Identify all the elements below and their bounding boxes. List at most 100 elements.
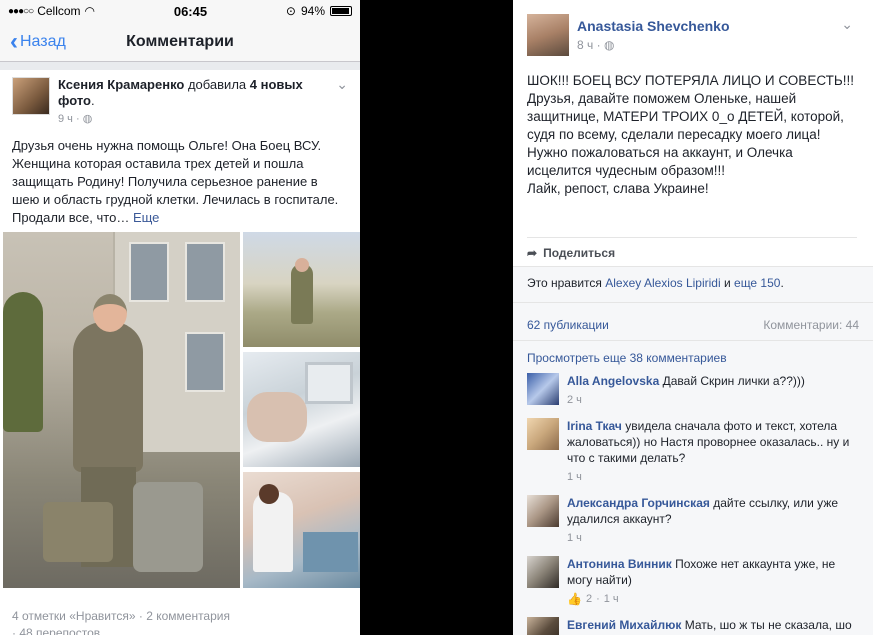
post-time: 9 ч · ◍ bbox=[58, 113, 93, 125]
comment-meta: 2 ч bbox=[567, 392, 857, 408]
author-name[interactable]: Anastasia Shevchenko bbox=[577, 18, 730, 34]
likes-mid: и bbox=[720, 276, 735, 290]
status-bar: ●●●○○ Cellcom ◠ 06:45 ⊙ 94% bbox=[0, 0, 360, 22]
nav-bar: ‹ Назад Комментарии bbox=[0, 22, 360, 62]
clock: 06:45 bbox=[173, 3, 208, 19]
commenter-name[interactable]: Alla Angelovska bbox=[567, 374, 659, 388]
photo-tree bbox=[3, 292, 43, 432]
photo-soldier bbox=[73, 322, 143, 472]
post-text-line: Нужно пожаловаться на аккаунт, и Олечка … bbox=[527, 145, 793, 178]
comment-time: 2 ч bbox=[567, 394, 582, 406]
comment: Irina Ткач увидела сначала фото и текст,… bbox=[513, 408, 873, 485]
back-label: Назад bbox=[20, 32, 66, 50]
comment-body: Евгений Михайлюк Мать, шо ж ты не сказал… bbox=[567, 617, 857, 635]
comment-body: Антонина Винник Похоже нет аккаунта уже,… bbox=[567, 556, 857, 607]
comment-meta: 1 ч bbox=[567, 469, 857, 485]
publications-link[interactable]: 62 публикации bbox=[527, 318, 609, 332]
likes-summary: Это нравится Alexey Alexios Lipiridi и е… bbox=[513, 267, 873, 303]
see-more-link[interactable]: Еще bbox=[129, 210, 159, 225]
time-label: 9 ч bbox=[58, 113, 73, 125]
photo-soldier-main[interactable] bbox=[3, 232, 240, 588]
comments-count[interactable]: Комментарии: 44 bbox=[763, 318, 859, 332]
post-text-line: ШОК!!! БОЕЦ ВСУ ПОТЕРЯЛА ЛИЦО И СОВЕСТЬ!… bbox=[527, 73, 854, 142]
action-text: добавила bbox=[184, 77, 250, 92]
chevron-down-icon[interactable]: ⌄ bbox=[336, 76, 348, 93]
comment-body: Irina Ткач увидела сначала фото и текст,… bbox=[567, 418, 857, 485]
comment: Антонина Винник Похоже нет аккаунта уже,… bbox=[513, 546, 873, 607]
photo-soldier-head bbox=[93, 294, 127, 332]
globe-icon: ◍ bbox=[603, 38, 615, 52]
commenter-name[interactable]: Антонина Винник bbox=[567, 557, 672, 571]
post-card: Ксения Крамаренко добавила 4 новых фото.… bbox=[0, 62, 360, 635]
battery-icon bbox=[330, 6, 352, 16]
post-text: Друзья очень нужна помощь Ольге! Она Бое… bbox=[0, 127, 360, 227]
comment-meta: 1 ч bbox=[567, 530, 857, 546]
shares-count[interactable]: · 48 перепостов bbox=[12, 626, 100, 635]
more-likers-link[interactable]: еще 150 bbox=[734, 276, 780, 290]
photo-pack bbox=[43, 502, 113, 562]
time-label: 8 ч bbox=[577, 38, 594, 52]
author-name[interactable]: Ксения Крамаренко bbox=[58, 77, 184, 92]
signal-icon: ●●●○○ bbox=[8, 5, 34, 17]
commenter-avatar[interactable] bbox=[527, 418, 559, 450]
photo-field[interactable] bbox=[243, 232, 360, 347]
comment-meta: 👍 2 · 1 ч bbox=[567, 591, 619, 607]
comments-count[interactable]: 2 комментария bbox=[146, 609, 230, 623]
back-button[interactable]: ‹ Назад bbox=[10, 27, 66, 55]
commenter-name[interactable]: Irina Ткач bbox=[567, 419, 622, 433]
post-text: ШОК!!! БОЕЦ ВСУ ПОТЕРЯЛА ЛИЦО И СОВЕСТЬ!… bbox=[513, 60, 873, 223]
share-icon: ➦ bbox=[527, 246, 538, 260]
comment: Евгений Михайлюк Мать, шо ж ты не сказал… bbox=[513, 607, 873, 635]
share-label: Поделиться bbox=[543, 246, 616, 260]
avatar[interactable] bbox=[12, 77, 50, 115]
commenter-avatar[interactable] bbox=[527, 617, 559, 635]
commenter-avatar[interactable] bbox=[527, 373, 559, 405]
comment-text: Давай Скрин лички а??))) bbox=[659, 374, 805, 388]
commenter-name[interactable]: Евгений Михайлюк bbox=[567, 618, 681, 632]
photo-hospital-bed[interactable] bbox=[243, 352, 360, 467]
share-button[interactable]: ➦ Поделиться bbox=[527, 237, 857, 260]
post-header: Ксения Крамаренко добавила 4 новых фото.… bbox=[0, 70, 360, 127]
comment: Александра Горчинская дайте ссылку, или … bbox=[513, 485, 873, 546]
battery-percent: 94% bbox=[300, 4, 325, 18]
wifi-icon: ◠ bbox=[84, 4, 96, 18]
liker-link[interactable]: Alexey Alexios Lipiridi bbox=[605, 276, 720, 290]
globe-icon: ◍ bbox=[82, 113, 93, 125]
comment-time: 1 ч bbox=[567, 471, 582, 483]
photo-grid bbox=[3, 232, 360, 592]
likes-end: . bbox=[780, 276, 784, 290]
comment-body: Александра Горчинская дайте ссылку, или … bbox=[567, 495, 857, 546]
stats-row: 62 публикации Комментарии: 44 bbox=[513, 309, 873, 341]
commenter-avatar[interactable] bbox=[527, 556, 559, 588]
action-end: . bbox=[90, 93, 95, 108]
photo-hospital-ward[interactable] bbox=[243, 472, 360, 588]
chevron-down-icon[interactable]: ⌄ bbox=[841, 16, 853, 33]
comment-time: 1 ч bbox=[603, 593, 619, 605]
commenter-avatar[interactable] bbox=[527, 495, 559, 527]
like-icon: 👍 bbox=[567, 592, 582, 606]
likes-count[interactable]: 4 отметки «Нравится» bbox=[12, 609, 136, 623]
comment-time: 1 ч bbox=[567, 532, 582, 544]
mobile-comments-screen: ●●●○○ Cellcom ◠ 06:45 ⊙ 94% ‹ Назад Комм… bbox=[0, 0, 360, 635]
engagement-section: Это нравится Alexey Alexios Lipiridi и е… bbox=[513, 266, 873, 635]
author-block: Anastasia Shevchenko 8 ч · ◍ bbox=[577, 18, 730, 60]
rotation-lock-icon: ⊙ bbox=[285, 4, 296, 18]
post-text-line: Лайк, репост, слава Украине! bbox=[527, 181, 709, 196]
avatar[interactable] bbox=[527, 14, 569, 56]
facebook-post: Anastasia Shevchenko 8 ч · ◍ ⌄ ШОК!!! БО… bbox=[513, 0, 873, 635]
view-more-comments-link[interactable]: Просмотреть еще 38 комментариев bbox=[513, 341, 873, 369]
post-header: Anastasia Shevchenko 8 ч · ◍ ⌄ bbox=[513, 0, 873, 60]
carrier-label: Cellcom bbox=[37, 4, 81, 18]
comment-body: Alla Angelovska Давай Скрин лички а??)))… bbox=[567, 373, 857, 408]
post-footer: 4 отметки «Нравится» · 2 комментария · 4… bbox=[12, 608, 352, 635]
post-time: 8 ч · ◍ bbox=[577, 38, 615, 52]
comment-like-count[interactable]: 2 bbox=[586, 591, 592, 607]
separator: · bbox=[135, 609, 147, 623]
commenter-name[interactable]: Александра Горчинская bbox=[567, 496, 710, 510]
chevron-left-icon: ‹ bbox=[10, 27, 18, 55]
photo-backpack bbox=[133, 482, 203, 572]
likes-prefix: Это нравится bbox=[527, 276, 606, 290]
comment: Alla Angelovska Давай Скрин лички а??)))… bbox=[513, 369, 873, 408]
screenshot-composite: ●●●○○ Cellcom ◠ 06:45 ⊙ 94% ‹ Назад Комм… bbox=[0, 0, 873, 635]
post-header-text: Ксения Крамаренко добавила 4 новых фото.… bbox=[58, 77, 328, 127]
